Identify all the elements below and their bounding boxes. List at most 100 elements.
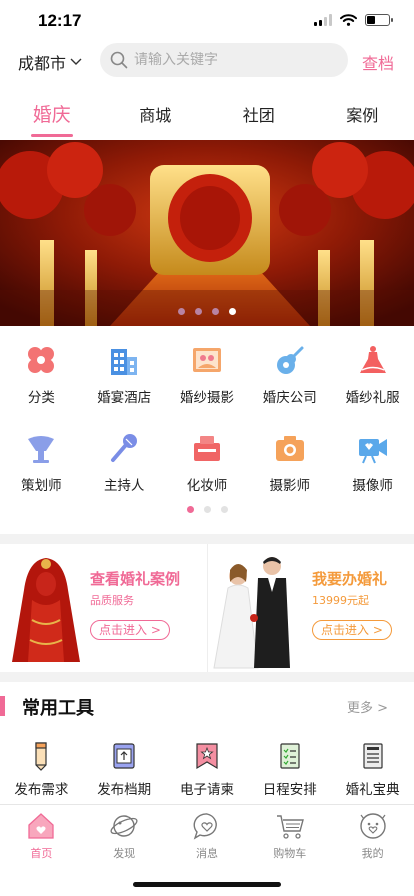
tab-wedding[interactable]: 婚庆: [0, 96, 104, 137]
tabbar-label: 购物车: [273, 847, 307, 860]
promo-enter-button[interactable]: 点击进入 >: [312, 620, 392, 640]
tabbar-item-home[interactable]: 首页: [0, 805, 83, 861]
top-bar: 成都市 查档: [0, 40, 414, 80]
makeup-icon: [189, 430, 225, 466]
category-item-planner[interactable]: 策划师: [0, 430, 83, 494]
banner-dots: [0, 308, 414, 315]
tabbar-item-discover[interactable]: 发现: [83, 805, 166, 861]
category-item-videographer[interactable]: 摄像师: [331, 430, 414, 494]
upload-icon: [109, 740, 139, 772]
page-dot[interactable]: [203, 506, 211, 513]
tabbar-label: 我的: [361, 847, 384, 860]
tools-title: 常用工具: [22, 698, 94, 719]
status-bar: 12:17: [0, 0, 414, 44]
section-divider: [0, 672, 414, 682]
tools-grid: 发布需求 发布档期 电子请柬 日程安排 婚礼宝典: [0, 740, 414, 798]
hotel-icon: [106, 342, 142, 378]
tools-header: 常用工具 更多 >: [0, 692, 414, 720]
category-label: 策划师: [21, 478, 62, 494]
category-tabs: 婚庆 商城 社团 案例: [0, 96, 414, 137]
category-item-wedding-company[interactable]: 婚庆公司: [248, 342, 331, 406]
cart-icon: [275, 811, 305, 841]
tool-publish-schedule[interactable]: 发布档期: [83, 740, 166, 798]
tools-more-link[interactable]: 更多 >: [347, 697, 388, 716]
tab-mall[interactable]: 商城: [104, 96, 208, 136]
tab-community[interactable]: 社团: [207, 96, 311, 136]
category-label: 化妆师: [186, 478, 228, 494]
tabbar-label: 发现: [113, 847, 136, 860]
category-item-hotel[interactable]: 婚宴酒店: [83, 342, 166, 406]
banner-carousel[interactable]: [0, 140, 414, 326]
tool-label: 发布档期: [97, 782, 152, 798]
category-item-classify[interactable]: 分类: [0, 342, 83, 406]
category-grid-row-2: 策划师 主持人 化妆师 摄影师 摄像师: [0, 430, 414, 494]
category-label: 婚纱礼服: [345, 390, 400, 406]
bride-illustration: [12, 558, 80, 662]
tool-label: 婚礼宝典: [345, 782, 400, 798]
banner-dot-active[interactable]: [229, 308, 236, 315]
signal-icon: [314, 14, 332, 26]
clover-icon: [23, 342, 59, 378]
status-icons: [314, 14, 393, 26]
category-label: 婚庆公司: [262, 390, 317, 406]
microphone-icon: [106, 430, 142, 466]
page-dot[interactable]: [220, 506, 228, 513]
category-label: 分类: [27, 390, 55, 406]
category-item-dress[interactable]: 婚纱礼服: [331, 342, 414, 406]
promo-subtitle: 13999元起: [312, 594, 369, 607]
status-time: 12:17: [38, 11, 82, 30]
tabbar-item-messages[interactable]: 消息: [166, 805, 249, 861]
tabbar-item-cart[interactable]: 购物车: [248, 805, 331, 861]
promo-hold-wedding[interactable]: 我要办婚礼 13999元起 点击进入 >: [207, 544, 414, 672]
category-item-wedding-photo[interactable]: 婚纱摄影: [166, 342, 249, 406]
promo-wedding-cases[interactable]: 查看婚礼案例 品质服务 点击进入 >: [0, 544, 207, 672]
video-camera-icon: [355, 430, 391, 466]
banner-dot[interactable]: [212, 308, 219, 315]
planet-icon: [109, 811, 139, 841]
book-icon: [358, 740, 388, 772]
wifi-icon: [340, 14, 357, 26]
banner-dot[interactable]: [178, 308, 185, 315]
tabbar-label: 首页: [30, 847, 53, 860]
city-label: 成都市: [18, 54, 67, 73]
tool-publish-demand[interactable]: 发布需求: [0, 740, 83, 798]
camera-icon: [272, 430, 308, 466]
pencil-icon: [26, 740, 56, 772]
city-selector[interactable]: 成都市: [18, 50, 82, 74]
category-item-host[interactable]: 主持人: [83, 430, 166, 494]
tab-cases[interactable]: 案例: [311, 96, 414, 136]
search-icon: [110, 51, 128, 69]
chevron-down-icon: [70, 58, 82, 65]
category-item-photographer[interactable]: 摄影师: [248, 430, 331, 494]
banner-dot[interactable]: [195, 308, 202, 315]
battery-icon: [365, 14, 393, 26]
checklist-icon: [275, 740, 305, 772]
category-label: 摄像师: [352, 478, 393, 494]
banner-image: [0, 140, 414, 326]
promo-title: 查看婚礼案例: [90, 570, 181, 588]
message-icon: [192, 811, 222, 841]
tool-label: 日程安排: [262, 782, 317, 798]
tabbar-item-profile[interactable]: 我的: [331, 805, 414, 861]
couple-illustration: [213, 557, 290, 669]
tool-wedding-guide[interactable]: 婚礼宝典: [331, 740, 414, 798]
promo-enter-button[interactable]: 点击进入 >: [90, 620, 170, 640]
home-indicator[interactable]: [133, 882, 281, 887]
tool-schedule-plan[interactable]: 日程安排: [248, 740, 331, 798]
category-page-dots: [0, 506, 414, 513]
search-input[interactable]: [134, 52, 324, 68]
promo-title: 我要办婚礼: [312, 570, 388, 588]
promo-subtitle: 品质服务: [90, 594, 134, 607]
category-label: 婚纱摄影: [179, 390, 234, 406]
invitation-icon: [192, 740, 222, 772]
search-button[interactable]: 查档: [362, 50, 394, 74]
category-label: 主持人: [103, 478, 145, 494]
category-label: 婚宴酒店: [97, 390, 152, 406]
tool-e-invitation[interactable]: 电子请柬: [166, 740, 249, 798]
category-item-makeup[interactable]: 化妆师: [166, 430, 249, 494]
guitar-icon: [272, 342, 308, 378]
profile-icon: [358, 811, 388, 841]
home-icon: [26, 811, 56, 841]
page-dot-active[interactable]: [186, 506, 194, 513]
search-box[interactable]: [100, 43, 348, 77]
